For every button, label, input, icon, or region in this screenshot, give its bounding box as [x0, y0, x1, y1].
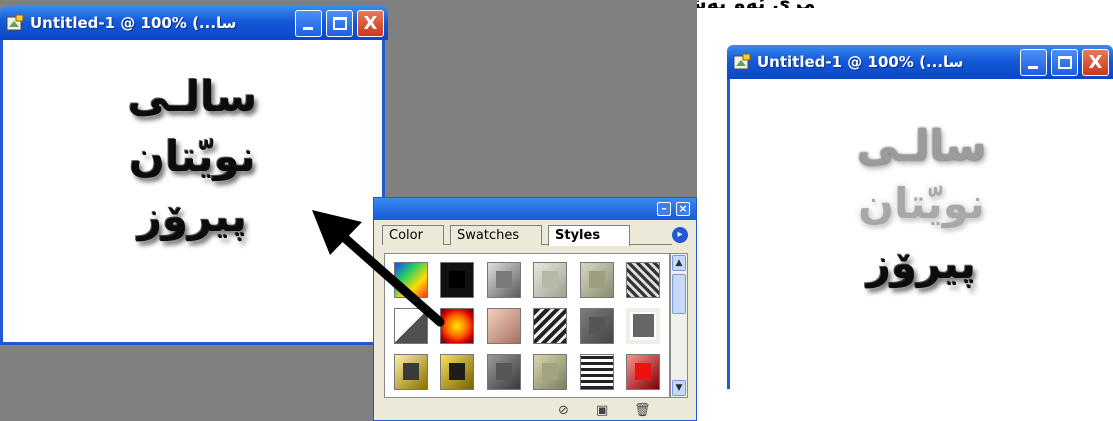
style-swatch-steel[interactable] — [486, 353, 521, 390]
tab-swatches[interactable]: Swatches — [450, 225, 542, 245]
maximize-icon — [1058, 55, 1072, 69]
style-swatch-khaki[interactable] — [533, 353, 568, 390]
scroll-up-button[interactable]: ▲ — [672, 255, 686, 271]
screenshot-stage: مری ئەو بەشەی شایەنی ئەوەیە کە ستایلەکە … — [0, 0, 1113, 421]
style-swatch-pewter[interactable] — [579, 261, 614, 298]
style-swatch-zebra[interactable] — [579, 353, 614, 390]
maximize-icon — [333, 16, 347, 30]
pointer-arrow-icon — [312, 210, 445, 327]
left-window-title: Untitled-1 @ 100% (...سا — [30, 14, 237, 32]
tab-styles[interactable]: Styles — [548, 225, 630, 246]
right-window-title: Untitled-1 @ 100% (...سا — [757, 53, 964, 71]
right-document-canvas[interactable]: سالـى نويّتان پيرۆز — [727, 79, 1113, 389]
art-text-line-1: سالـى — [856, 121, 987, 170]
style-swatch-cracked[interactable] — [533, 307, 568, 344]
art-text-line-2: نويّتان — [129, 132, 256, 181]
close-icon: X — [1088, 51, 1103, 73]
photoshop-document-icon — [6, 14, 24, 32]
scroll-down-button[interactable]: ▼ — [672, 380, 686, 396]
minimize-icon — [303, 26, 313, 30]
left-minimize-button[interactable] — [295, 9, 322, 37]
style-swatch-gold-frame[interactable] — [440, 353, 475, 390]
left-maximize-button[interactable] — [326, 9, 353, 37]
close-icon: X — [363, 12, 378, 34]
palette-close-button[interactable]: × — [676, 202, 690, 216]
palette-scrollbar[interactable]: ▲ ▼ — [670, 253, 688, 398]
style-swatch-dark[interactable] — [579, 307, 614, 344]
art-text-line-2: نويّتان — [858, 179, 985, 228]
right-maximize-button[interactable] — [1051, 48, 1078, 76]
style-swatch-marble[interactable] — [626, 261, 661, 298]
art-text-line-1: سالـى — [127, 72, 258, 121]
right-close-button[interactable]: X — [1082, 48, 1109, 76]
scroll-thumb[interactable] — [672, 274, 686, 314]
minimize-icon — [1028, 65, 1038, 69]
new-style-icon[interactable]: ▣ — [596, 403, 608, 418]
style-swatch-red[interactable] — [626, 353, 661, 390]
photoshop-document-icon — [733, 53, 751, 71]
clear-style-icon[interactable]: ⊘ — [558, 403, 569, 418]
palette-minimize-button[interactable]: – — [657, 202, 671, 216]
palette-footer: ⊘ ▣ 🗑 — [374, 402, 696, 420]
style-swatch-gold[interactable] — [393, 353, 428, 390]
left-window-controls: X — [295, 9, 384, 37]
workspace-lower-area — [0, 348, 385, 421]
right-window-controls: X — [1020, 48, 1109, 76]
style-swatch-outline[interactable] — [626, 307, 661, 344]
left-close-button[interactable]: X — [357, 9, 384, 37]
left-window-titlebar[interactable]: Untitled-1 @ 100% (...سا X — [0, 6, 388, 40]
style-swatch-paper[interactable] — [533, 261, 568, 298]
style-swatch-bevel[interactable] — [486, 261, 521, 298]
art-text-line-3: پيرۆز — [866, 239, 977, 288]
trash-icon[interactable]: 🗑 — [634, 403, 651, 418]
style-swatch-copper[interactable] — [486, 307, 521, 344]
right-window-titlebar[interactable]: Untitled-1 @ 100% (...سا X — [727, 45, 1113, 79]
palette-menu-arrow-icon[interactable]: ▸ — [672, 227, 688, 243]
right-minimize-button[interactable] — [1020, 48, 1047, 76]
